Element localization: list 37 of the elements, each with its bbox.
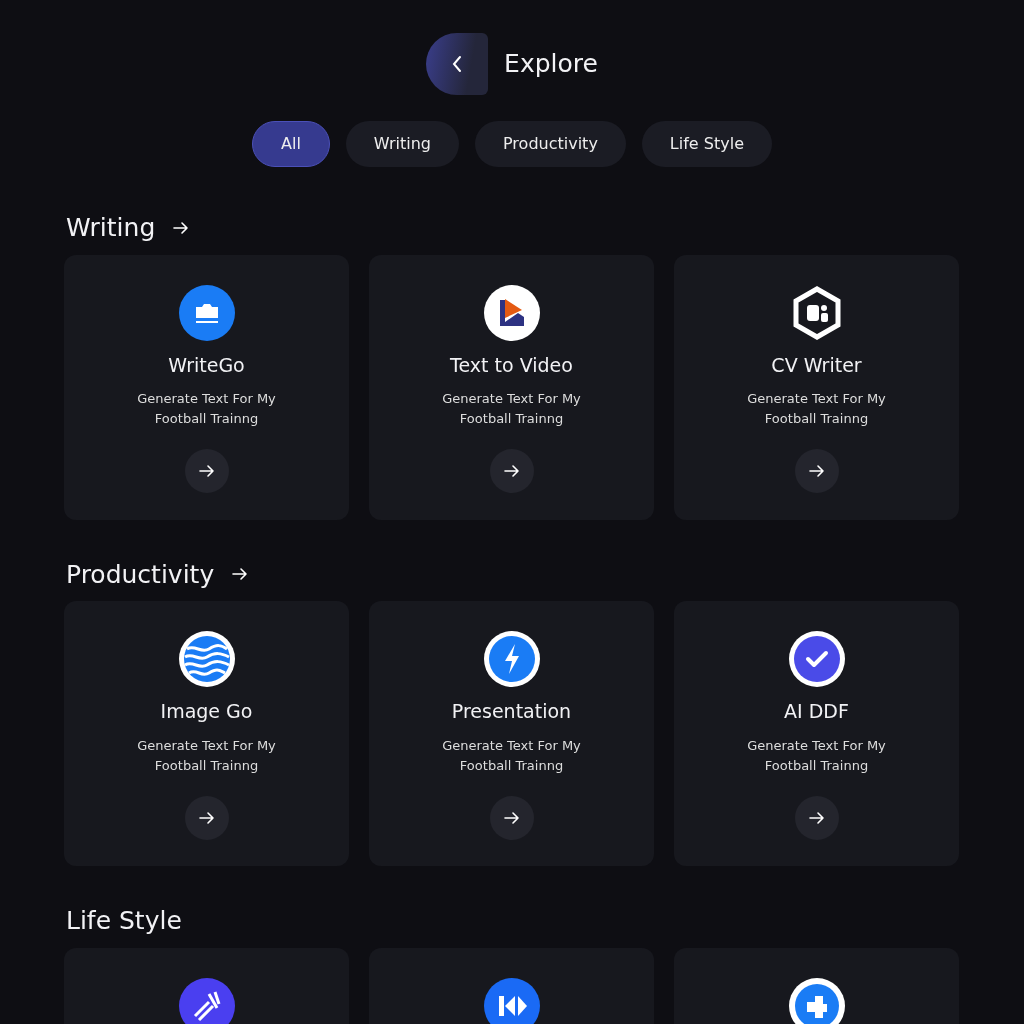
app-card[interactable]: Presentation Generate Text For My Football Trainng <box>369 601 654 866</box>
open-button[interactable] <box>184 449 229 493</box>
app-description: Generate Text For My Football Trainng <box>441 390 582 428</box>
app-description: Generate Text For My Football Trainng <box>746 390 887 428</box>
puzzle-icon <box>788 977 845 1024</box>
app-description: Generate Text For My Football Trainng <box>136 390 277 428</box>
app-description: Generate Text For My Football Trainng <box>136 736 277 775</box>
filter-tab[interactable]: All <box>252 121 330 167</box>
open-button[interactable] <box>489 449 534 493</box>
filter-tab[interactable]: Writing <box>345 121 459 167</box>
checkmark-icon <box>788 631 845 687</box>
filter-tab[interactable]: Productivity <box>475 121 626 167</box>
skip-icon <box>483 977 540 1024</box>
app-name: WriteGo <box>168 352 245 378</box>
section-title: Productivity <box>66 558 215 591</box>
open-button[interactable] <box>794 449 839 493</box>
app-name: Text to Video <box>450 352 573 378</box>
camera-icon <box>178 284 235 341</box>
app-card[interactable]: CV Writer Generate Text For My Football Trainng <box>674 254 959 520</box>
lightning-icon <box>483 631 540 687</box>
app-card[interactable]: Text to Video Generate Text For My Football Trainng <box>369 254 654 520</box>
pattern-icon <box>178 977 235 1024</box>
app-card[interactable]: WriteGo Generate Text For My Football Trainng <box>64 254 349 520</box>
play-icon <box>483 284 540 341</box>
section-title: Writing <box>66 212 156 244</box>
waves-icon <box>178 631 235 687</box>
app-name: AI DDF <box>784 699 849 724</box>
app-card[interactable]: AI DDF Generate Text For My Football Trainng <box>674 601 959 866</box>
section-title: Life Style <box>66 905 182 937</box>
app-name: CV Writer <box>771 352 862 378</box>
filter-tab[interactable]: Life Style <box>641 121 772 167</box>
app-description: Generate Text For My Football Trainng <box>746 736 887 775</box>
app-name: Image Go <box>160 699 253 724</box>
app-card[interactable]: Image Go Generate Text For My Football Trainng <box>64 601 349 866</box>
app-name: Presentation <box>451 699 572 724</box>
page-title: Explore <box>504 48 598 81</box>
app-description: Generate Text For My Football Trainng <box>441 736 582 775</box>
